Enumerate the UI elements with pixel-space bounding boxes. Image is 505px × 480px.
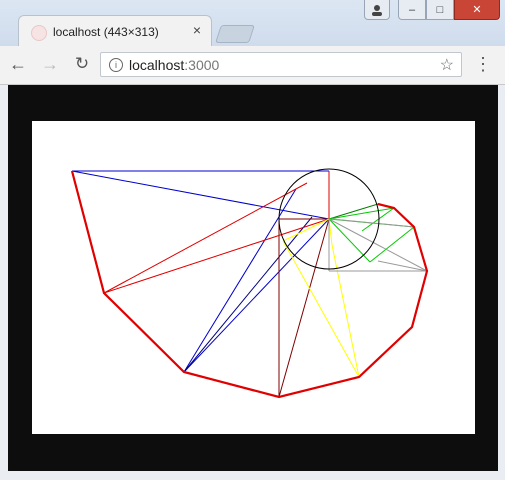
user-profile-button[interactable]	[364, 0, 390, 20]
geometry-drawing	[70, 168, 429, 399]
info-icon[interactable]: i	[109, 58, 123, 72]
diagram-line	[282, 218, 330, 242]
browser-window: localhost (443×313) × – □ ✕ ← → ↻ i loca…	[0, 0, 505, 480]
address-bar[interactable]: i localhost:3000 ☆	[100, 52, 462, 77]
page-favicon-icon	[31, 25, 47, 41]
forward-button[interactable]: →	[40, 54, 60, 74]
diagram-line	[328, 218, 371, 263]
close-icon[interactable]: ×	[193, 22, 201, 38]
kebab-menu-icon[interactable]: ⋮	[474, 54, 492, 75]
star-icon[interactable]: ☆	[440, 55, 454, 75]
page-viewport	[8, 85, 498, 471]
diagram-line	[331, 218, 415, 228]
reload-icon: ↻	[74, 54, 90, 73]
new-tab-button[interactable]	[215, 25, 255, 43]
maximize-button[interactable]: □	[426, 0, 454, 20]
url-host: localhost	[129, 57, 185, 73]
forward-arrow-icon: →	[41, 54, 59, 74]
back-arrow-icon: ←	[9, 54, 27, 74]
maximize-icon: □	[436, 3, 444, 16]
diagram-line	[71, 170, 330, 220]
diagram-line	[282, 240, 360, 378]
diagram-line	[103, 182, 308, 294]
tab-strip: localhost (443×313) × – □ ✕	[0, 0, 505, 47]
minimize-button[interactable]: –	[398, 0, 426, 20]
reload-button[interactable]: ↻	[72, 54, 92, 74]
close-icon: ✕	[472, 4, 482, 16]
diagram-line	[377, 260, 428, 272]
drawing-canvas[interactable]	[32, 121, 475, 434]
user-icon	[372, 4, 382, 16]
close-window-button[interactable]: ✕	[454, 0, 500, 20]
tab-title: localhost (443×313)	[53, 25, 159, 39]
browser-tab[interactable]: localhost (443×313) ×	[18, 15, 212, 47]
diagram-line	[331, 244, 360, 378]
diagram-line	[328, 207, 395, 220]
minimize-icon: –	[408, 3, 416, 16]
browser-toolbar: ← → ↻ i localhost:3000 ☆ ⋮	[0, 46, 505, 85]
back-button[interactable]: ←	[8, 54, 28, 74]
url-port: :3000	[184, 57, 220, 73]
url-text: localhost:3000	[129, 57, 219, 73]
